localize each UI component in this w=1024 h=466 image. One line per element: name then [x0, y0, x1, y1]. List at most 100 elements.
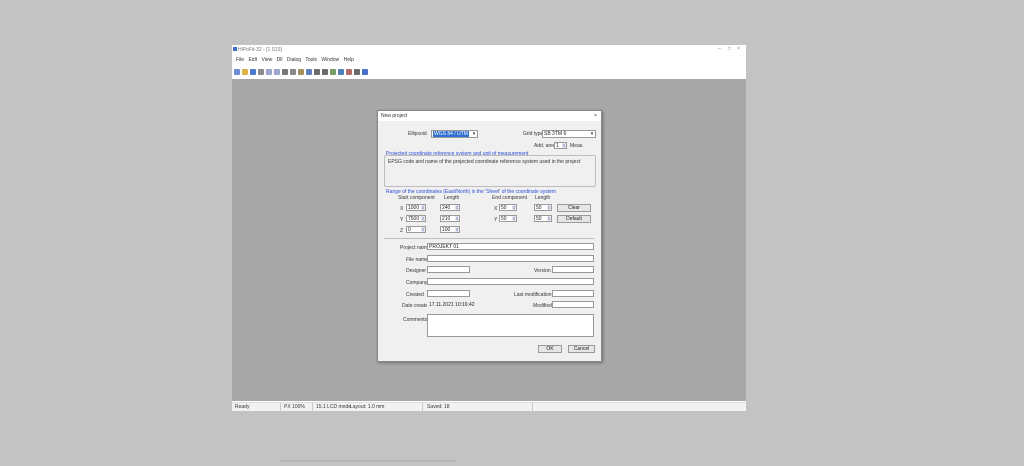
menu-window[interactable]: Window	[321, 57, 339, 63]
cut-icon[interactable]	[282, 68, 288, 75]
add-area-stepper[interactable]: 1 ⇕	[554, 142, 567, 149]
version-label: Version	[534, 268, 551, 274]
spin-arrows-icon[interactable]: ⇕	[562, 143, 566, 148]
file-name-field[interactable]	[427, 255, 594, 262]
spin-arrows-icon[interactable]: ⇕	[547, 205, 551, 210]
menu-help[interactable]: Help	[344, 57, 354, 63]
z-length-stepper[interactable]: 100 ⇕	[440, 226, 460, 233]
menu-dll[interactable]: Dll	[277, 57, 283, 63]
axis-x-end-label: X	[494, 206, 498, 212]
z-start-stepper[interactable]: 0 ⇕	[406, 226, 426, 233]
redo-icon[interactable]	[274, 68, 280, 75]
spin-arrows-icon[interactable]: ⇕	[421, 216, 425, 221]
date-created-value: 17.11.2021 10:16:42	[427, 301, 487, 308]
modified-field[interactable]	[552, 301, 594, 308]
zoom-in-icon[interactable]	[314, 68, 320, 75]
divider	[384, 238, 594, 239]
company-field[interactable]	[427, 278, 594, 285]
x-length-stepper[interactable]: 240 ⇕	[440, 204, 460, 211]
find-icon[interactable]	[306, 68, 312, 75]
status-separator	[422, 403, 423, 411]
help-icon[interactable]	[362, 68, 368, 75]
axis-z-label: Z	[400, 228, 404, 234]
created-label: Created	[406, 292, 424, 298]
toolbar	[234, 67, 744, 76]
x-end-stepper[interactable]: 50 ⇕	[499, 204, 517, 211]
spin-arrows-icon[interactable]: ⇕	[455, 227, 459, 232]
spin-arrows-icon[interactable]: ⇕	[512, 216, 516, 221]
version-field[interactable]	[552, 266, 594, 273]
x-end-length-stepper[interactable]: 50 ⇕	[534, 204, 552, 211]
company-label: Company	[406, 280, 428, 286]
layer-icon[interactable]	[338, 68, 344, 75]
y-start-stepper[interactable]: 7500 ⇕	[406, 215, 426, 222]
title-bar: HiPoFit-32 - [1 S19] – □ ×	[232, 45, 746, 55]
menu-view[interactable]: View	[261, 57, 272, 63]
status-ready: Ready	[235, 404, 250, 410]
ok-button[interactable]: OK	[538, 345, 562, 353]
axis-y-label: Y	[400, 217, 404, 223]
open-icon[interactable]	[242, 68, 248, 75]
grid-type-select[interactable]: SB 3TM 6 ▾	[542, 130, 596, 138]
spin-arrows-icon[interactable]: ⇕	[455, 205, 459, 210]
save-icon[interactable]	[250, 68, 256, 75]
copy-icon[interactable]	[290, 68, 296, 75]
new-icon[interactable]	[234, 68, 240, 75]
project-name-field[interactable]: PROJEKT 01	[427, 243, 594, 250]
spin-arrows-icon[interactable]: ⇕	[512, 205, 516, 210]
designer-field[interactable]	[427, 266, 470, 273]
add-area-label: Add. area	[534, 143, 556, 149]
col-start-component: Start component	[398, 195, 435, 201]
status-cell-3: Layout: 1.0 mm	[350, 404, 385, 410]
y-length-stepper[interactable]: 210 ⇕	[440, 215, 460, 222]
minimize-button[interactable]: –	[718, 46, 721, 52]
comments-textarea[interactable]	[427, 314, 594, 337]
print-icon[interactable]	[258, 68, 264, 75]
menu-dialog[interactable]: Dialog	[287, 57, 301, 63]
clear-button[interactable]: Clear	[557, 204, 591, 212]
created-field[interactable]	[427, 290, 470, 297]
status-cell-4: Saved: 18	[427, 404, 450, 410]
axis-y-end-label: Y	[494, 217, 498, 223]
menu-tools[interactable]: Tools	[305, 57, 317, 63]
app-icon	[233, 47, 237, 51]
col-length-2: Length	[535, 195, 551, 201]
file-name-label: File name	[406, 257, 428, 263]
spin-arrows-icon[interactable]: ⇕	[547, 216, 551, 221]
cancel-button[interactable]: Cancel	[568, 345, 595, 353]
add-area-unit: Meas.	[570, 143, 584, 149]
ellipsoid-select[interactable]: WGS 84 / UTM ▾	[431, 130, 478, 138]
x-start-stepper[interactable]: 1000 ⇕	[406, 204, 426, 211]
grid-icon[interactable]	[330, 68, 336, 75]
status-cell-2: 15.1 LCD mode	[316, 404, 352, 410]
project-name-label: Project name	[400, 245, 430, 251]
chevron-down-icon: ▾	[590, 131, 594, 137]
measure-icon[interactable]	[346, 68, 352, 75]
menu-file[interactable]: File	[236, 57, 244, 63]
close-window-button[interactable]: ×	[737, 46, 740, 52]
menu-edit[interactable]: Edit	[248, 57, 257, 63]
status-cell-1: PX 100%	[284, 404, 305, 410]
status-separator	[532, 403, 533, 411]
status-separator	[280, 403, 281, 411]
col-length-1: Length	[444, 195, 460, 201]
crs-description-text: EPSG code and name of the projected coor…	[388, 159, 581, 165]
last-modification-field[interactable]	[552, 290, 594, 297]
default-button[interactable]: Default	[557, 215, 591, 223]
spin-arrows-icon[interactable]: ⇕	[421, 227, 425, 232]
settings-icon[interactable]	[354, 68, 360, 75]
dialog-close-button[interactable]: ×	[594, 113, 597, 119]
y-end-length-stepper[interactable]: 50 ⇕	[534, 215, 552, 222]
desktop-scrollbar[interactable]	[280, 460, 456, 462]
zoom-out-icon[interactable]	[322, 68, 328, 75]
undo-icon[interactable]	[266, 68, 272, 75]
spin-arrows-icon[interactable]: ⇕	[455, 216, 459, 221]
col-end-component: End component	[492, 195, 528, 201]
spin-arrows-icon[interactable]: ⇕	[421, 205, 425, 210]
designer-label: Designer	[406, 268, 427, 274]
crs-description-box: EPSG code and name of the projected coor…	[384, 155, 596, 187]
ellipsoid-label: Ellipsoid	[408, 131, 427, 137]
paste-icon[interactable]	[298, 68, 304, 75]
y-end-stepper[interactable]: 50 ⇕	[499, 215, 517, 222]
maximize-button[interactable]: □	[728, 46, 731, 52]
